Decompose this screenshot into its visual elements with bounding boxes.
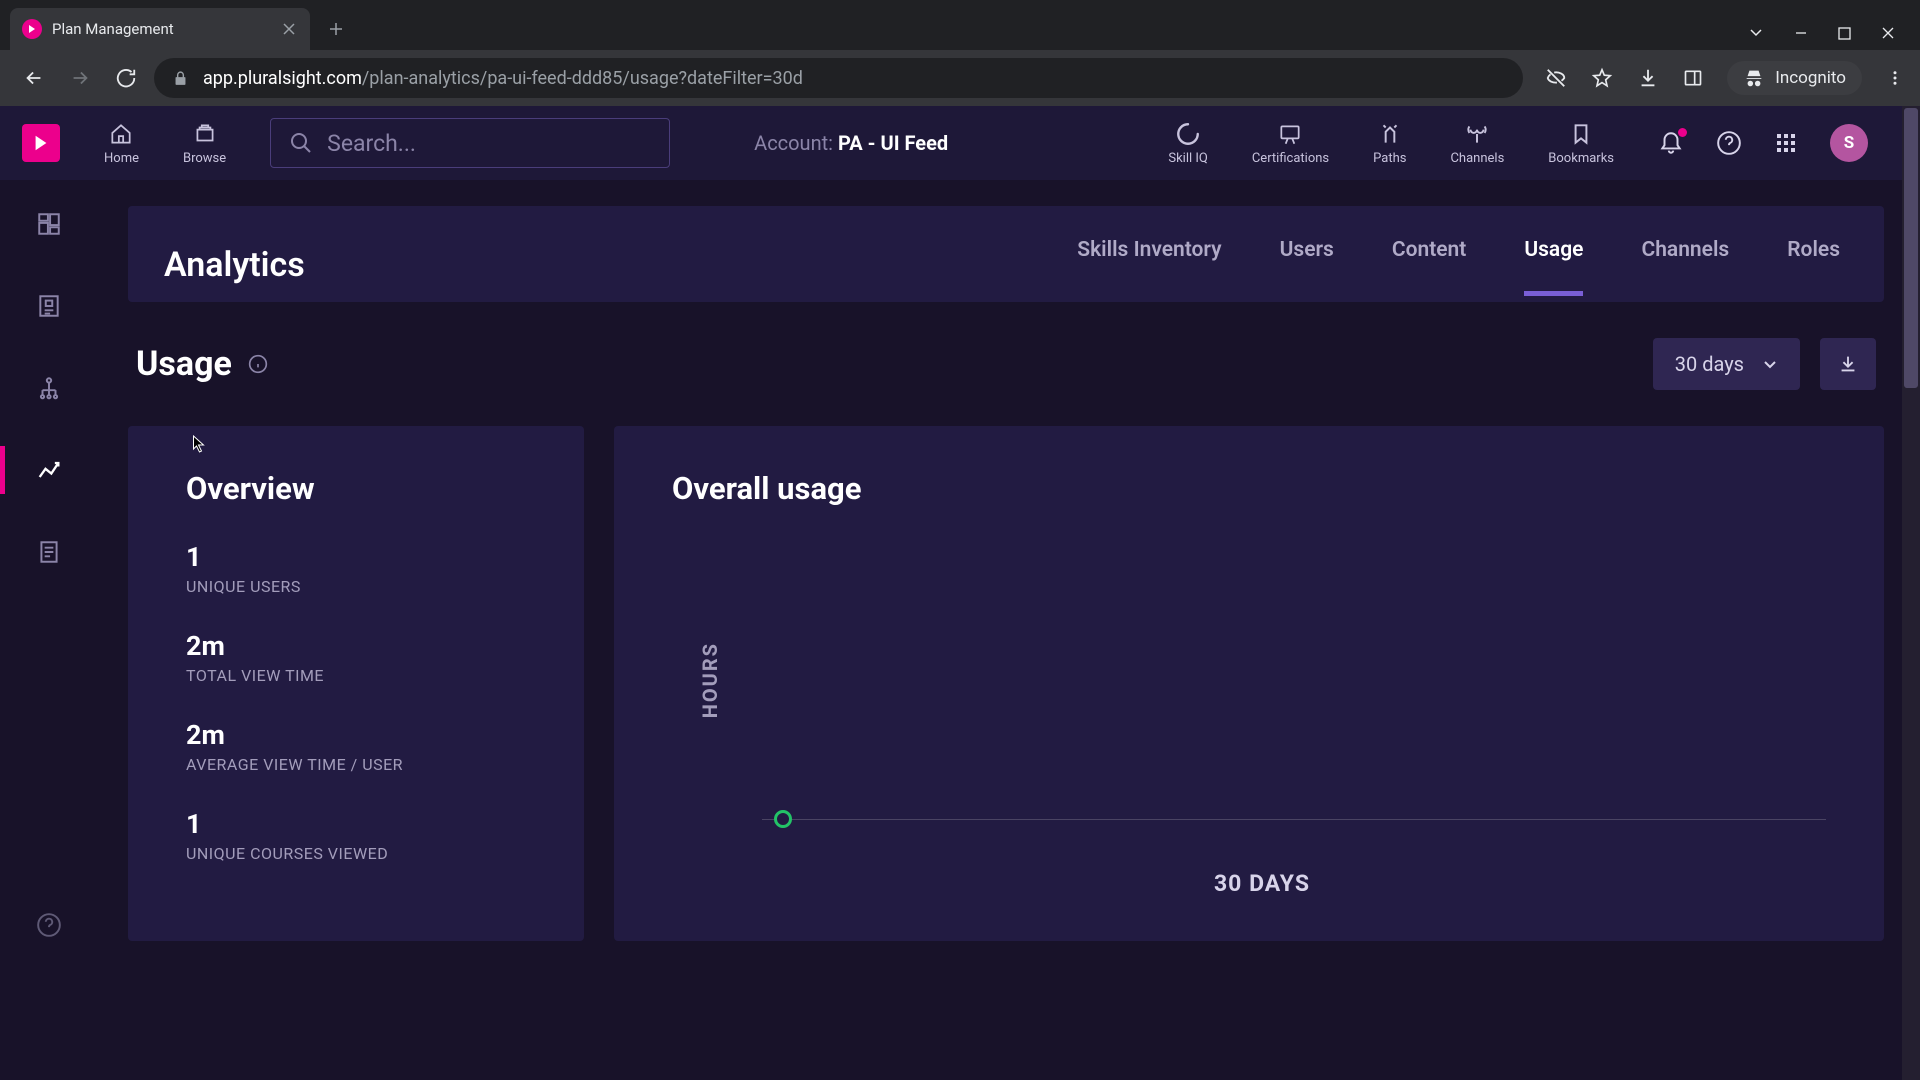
chart-plot [762, 541, 1826, 820]
download-button[interactable] [1820, 338, 1876, 390]
star-icon[interactable] [1591, 67, 1613, 89]
sidebar-item-analytics[interactable] [22, 450, 76, 490]
account-label: Account: PA - UI Feed [754, 131, 948, 155]
certifications-icon [1277, 121, 1303, 147]
home-icon [108, 121, 134, 147]
stat-total-view-time: 2m TOTAL VIEW TIME [186, 630, 526, 685]
search-icon [289, 131, 313, 155]
help-icon[interactable] [1716, 130, 1742, 156]
stat-avg-view-time: 2m AVERAGE VIEW TIME / USER [186, 719, 526, 774]
usage-header: Usage 30 days [128, 338, 1884, 390]
incognito-label: Incognito [1775, 68, 1846, 88]
bookmarks-icon [1568, 121, 1594, 147]
tab-content[interactable]: Content [1392, 238, 1466, 296]
stat-unique-users: 1 UNIQUE USERS [186, 541, 526, 596]
search-input[interactable]: Search... [270, 118, 670, 168]
date-filter-dropdown[interactable]: 30 days [1653, 338, 1800, 390]
tab-bar: Plan Management [0, 0, 1920, 50]
nav-certifications[interactable]: Certifications [1252, 121, 1329, 166]
date-filter-label: 30 days [1675, 352, 1744, 376]
chart-data-point [774, 810, 792, 828]
notifications-icon[interactable] [1658, 130, 1684, 156]
x-axis-label: 30 DAYS [672, 870, 1826, 897]
maximize-icon[interactable] [1838, 25, 1851, 44]
paths-icon [1377, 121, 1403, 147]
search-placeholder: Search... [327, 130, 416, 157]
nav-paths[interactable]: Paths [1373, 121, 1406, 166]
stat-unique-courses: 1 UNIQUE COURSES VIEWED [186, 808, 526, 863]
forward-button[interactable] [62, 60, 98, 96]
chevron-down-icon [1762, 356, 1778, 372]
scrollbar[interactable] [1902, 106, 1920, 1080]
browser-tab[interactable]: Plan Management [10, 8, 310, 50]
incognito-icon [1743, 67, 1765, 89]
side-panel-icon[interactable] [1683, 68, 1703, 88]
chart-title: Overall usage [672, 470, 1826, 507]
tab-title: Plan Management [52, 20, 272, 38]
tab-skills-inventory[interactable]: Skills Inventory [1077, 238, 1221, 296]
analytics-tabs: Skills Inventory Users Content Usage Cha… [1077, 228, 1840, 302]
nav-channels[interactable]: Channels [1450, 121, 1504, 166]
tab-search-icon[interactable] [1748, 24, 1764, 44]
incognito-indicator[interactable]: Incognito [1727, 61, 1862, 95]
nav-bookmarks[interactable]: Bookmarks [1548, 121, 1614, 166]
kebab-menu-icon[interactable] [1886, 69, 1904, 87]
usage-title: Usage [136, 344, 232, 384]
back-button[interactable] [16, 60, 52, 96]
info-icon[interactable] [248, 354, 268, 374]
avatar[interactable]: S [1830, 124, 1868, 162]
channels-icon [1464, 121, 1490, 147]
lock-icon [172, 70, 189, 87]
sidebar-item-account[interactable] [22, 286, 76, 326]
skill-iq-icon [1175, 121, 1201, 147]
close-window-icon[interactable] [1881, 25, 1895, 44]
reload-button[interactable] [108, 60, 144, 96]
chart-area: HOURS [672, 541, 1826, 820]
app-top-bar: Home Browse Search... Account: PA - UI F… [0, 106, 1920, 180]
url-field[interactable]: app.pluralsight.com/plan-analytics/pa-ui… [154, 58, 1523, 98]
sidebar-item-dashboard[interactable] [22, 204, 76, 244]
sidebar-item-log[interactable] [22, 532, 76, 572]
url-text: app.pluralsight.com/plan-analytics/pa-ui… [203, 68, 803, 89]
sidebar [0, 180, 98, 971]
download-icon[interactable] [1637, 67, 1659, 89]
nav-home[interactable]: Home [104, 121, 139, 166]
tab-favicon [22, 19, 42, 39]
apps-grid-icon[interactable] [1774, 131, 1798, 155]
tab-roles[interactable]: Roles [1787, 238, 1840, 296]
tab-channels[interactable]: Channels [1641, 238, 1729, 296]
analytics-title: Analytics [164, 245, 305, 285]
nav-skill-iq[interactable]: Skill IQ [1168, 121, 1208, 166]
overview-title: Overview [186, 470, 526, 507]
content-area: Analytics Skills Inventory Users Content… [98, 180, 1920, 971]
tab-close-icon[interactable] [280, 20, 298, 38]
sidebar-help-icon[interactable] [22, 905, 76, 945]
scrollbar-thumb[interactable] [1904, 108, 1918, 388]
app-logo[interactable] [22, 124, 60, 162]
mouse-cursor [192, 435, 205, 453]
new-tab-button[interactable] [318, 11, 354, 47]
y-axis-label: HOURS [698, 642, 722, 718]
browse-icon [192, 121, 218, 147]
tab-usage[interactable]: Usage [1524, 238, 1583, 296]
notification-dot [1678, 128, 1687, 137]
sidebar-item-people[interactable] [22, 368, 76, 408]
minimize-icon[interactable] [1794, 25, 1808, 44]
eye-off-icon[interactable] [1545, 67, 1567, 89]
nav-browse[interactable]: Browse [183, 121, 226, 166]
overall-usage-card: Overall usage HOURS 30 DAYS [614, 426, 1884, 941]
tab-users[interactable]: Users [1280, 238, 1334, 296]
address-bar: app.pluralsight.com/plan-analytics/pa-ui… [0, 50, 1920, 106]
overview-card: Overview 1 UNIQUE USERS 2m TOTAL VIEW TI… [128, 426, 584, 941]
analytics-header: Analytics Skills Inventory Users Content… [128, 206, 1884, 302]
